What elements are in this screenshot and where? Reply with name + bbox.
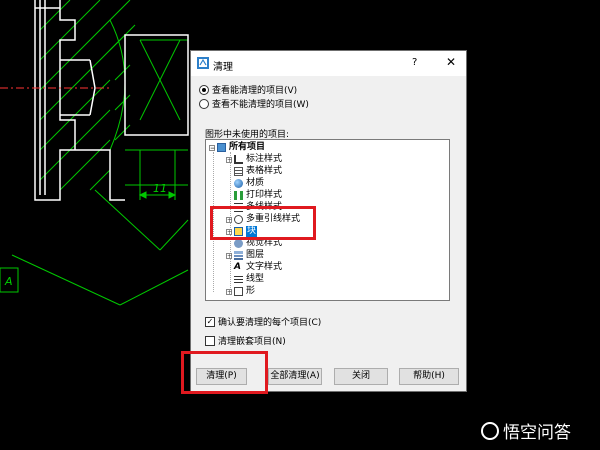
plot-style-icon — [234, 191, 243, 200]
tree-item-label: 打印样式 — [246, 190, 283, 200]
radio-selected-icon — [199, 84, 209, 95]
tree-item-label: 材质 — [246, 178, 265, 188]
tree-item-label: 文字样式 — [246, 262, 283, 272]
tree-item-label: 标注样式 — [246, 154, 283, 164]
collapse-icon[interactable]: − — [209, 144, 215, 151]
close-button[interactable]: 关闭 — [334, 368, 388, 385]
confirm-each-label: 确认要清理的每个项目(C) — [218, 318, 322, 328]
tree-item-material[interactable]: 材质 — [234, 178, 264, 189]
purge-nested-checkbox[interactable]: 清理嵌套项目(N) — [205, 334, 286, 347]
layer-icon — [234, 251, 243, 260]
close-icon[interactable]: ✕ — [446, 55, 456, 69]
tree-item-layer[interactable]: + 图层 — [226, 250, 264, 261]
radio-view-nonpurgeable-label: 查看不能清理的项目(W) — [212, 100, 309, 110]
tree-item-shape[interactable]: + 形 — [226, 286, 255, 297]
radio-empty-icon — [199, 98, 209, 109]
linetype-icon — [234, 275, 243, 284]
help-button[interactable]: 帮助(H) — [399, 368, 459, 385]
radio-view-nonpurgeable[interactable]: 查看不能清理的项目(W) — [199, 97, 309, 110]
table-style-icon — [234, 167, 243, 176]
dimension-style-icon — [234, 155, 243, 164]
help-icon[interactable]: ? — [412, 57, 417, 68]
white-outline — [34, 0, 189, 201]
material-icon — [234, 179, 243, 188]
expand-icon[interactable]: + — [226, 156, 232, 163]
drawing-icon — [217, 143, 226, 152]
watermark-text: 悟空问答 — [503, 423, 571, 443]
dimension-text: 11 — [153, 182, 167, 195]
tree-item-label: 表格样式 — [246, 166, 283, 176]
tree-item-plotstyle[interactable]: 打印样式 — [234, 190, 282, 201]
expand-icon[interactable]: + — [226, 288, 232, 295]
purge-nested-label: 清理嵌套项目(N) — [218, 337, 286, 347]
dialog-titlebar: 清理 ? ✕ — [191, 51, 466, 76]
expand-icon[interactable]: + — [226, 252, 232, 259]
view-label: A — [4, 275, 13, 288]
highlight-box-tree — [210, 206, 316, 240]
radio-view-purgeable-label: 查看能清理的项目(V) — [212, 86, 298, 96]
highlight-box-purge — [181, 351, 268, 394]
app-icon — [197, 57, 209, 69]
dialog-title: 清理 — [213, 62, 233, 73]
tree-item-label: 线型 — [246, 274, 265, 284]
tree-root-label: 所有项目 — [229, 142, 266, 152]
checkbox-checked-icon: ✓ — [205, 316, 215, 327]
radio-view-purgeable[interactable]: 查看能清理的项目(V) — [199, 83, 297, 96]
confirm-each-checkbox[interactable]: ✓ 确认要清理的每个项目(C) — [205, 315, 321, 328]
tree-item-textstyle[interactable]: A 文字样式 — [234, 262, 282, 273]
tree-item-label: 形 — [246, 286, 256, 296]
checkbox-empty-icon — [205, 335, 215, 346]
tree-item-dimstyle[interactable]: + 标注样式 — [226, 154, 282, 165]
tree-root[interactable]: − 所有项目 — [209, 142, 265, 153]
tree-item-label: 图层 — [246, 250, 265, 260]
shape-icon — [234, 287, 243, 296]
text-style-icon: A — [234, 262, 241, 272]
watermark: 悟空问答 — [481, 418, 571, 443]
green-hatch — [11, 0, 189, 306]
wukong-logo-icon — [481, 421, 499, 440]
purge-all-button[interactable]: 全部清理(A) — [268, 368, 322, 385]
tree-item-linetype[interactable]: 线型 — [234, 274, 264, 285]
visual-style-icon — [234, 239, 243, 248]
tree-item-tablestyle[interactable]: 表格样式 — [234, 166, 282, 177]
